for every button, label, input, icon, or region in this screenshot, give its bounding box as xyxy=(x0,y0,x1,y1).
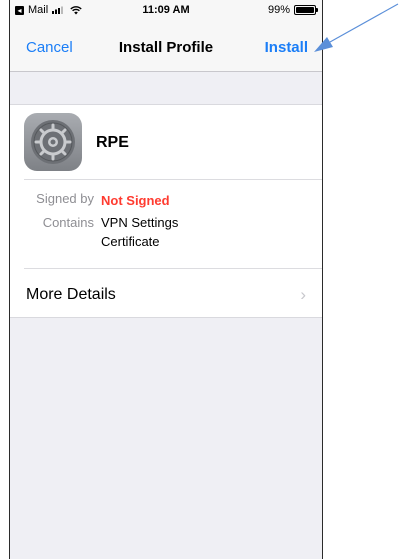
cancel-button[interactable]: Cancel xyxy=(26,39,73,56)
signed-by-value: Not Signed xyxy=(101,193,170,208)
more-details-label: More Details xyxy=(26,286,116,303)
signed-by-label: Signed by xyxy=(36,191,94,206)
more-details-row[interactable]: More Details › xyxy=(10,269,322,319)
phone-screen: ◂ Mail 11:09 AM 99% Cancel Install Profi… xyxy=(9,0,323,559)
chevron-right-icon: › xyxy=(300,285,306,304)
status-bar: ◂ Mail 11:09 AM 99% xyxy=(10,0,322,22)
profile-header: RPE xyxy=(10,105,322,179)
settings-gear-icon xyxy=(24,113,82,171)
navigation-bar: Cancel Install Profile Install xyxy=(10,22,322,72)
install-button[interactable]: Install xyxy=(265,39,308,56)
divider xyxy=(24,179,322,180)
battery-icon xyxy=(294,5,318,15)
profile-name: RPE xyxy=(96,134,129,151)
profile-section: RPE Signed by Not Signed Contains VPN Se… xyxy=(10,104,322,318)
contains-item: Certificate xyxy=(101,234,160,249)
contains-list: VPN Settings Certificate xyxy=(101,213,178,251)
contains-item: VPN Settings xyxy=(101,215,179,230)
battery-percent: 99% xyxy=(267,4,290,16)
battery-fill xyxy=(296,7,314,13)
contains-label: Contains xyxy=(42,215,94,230)
status-right: 99% xyxy=(267,4,318,16)
